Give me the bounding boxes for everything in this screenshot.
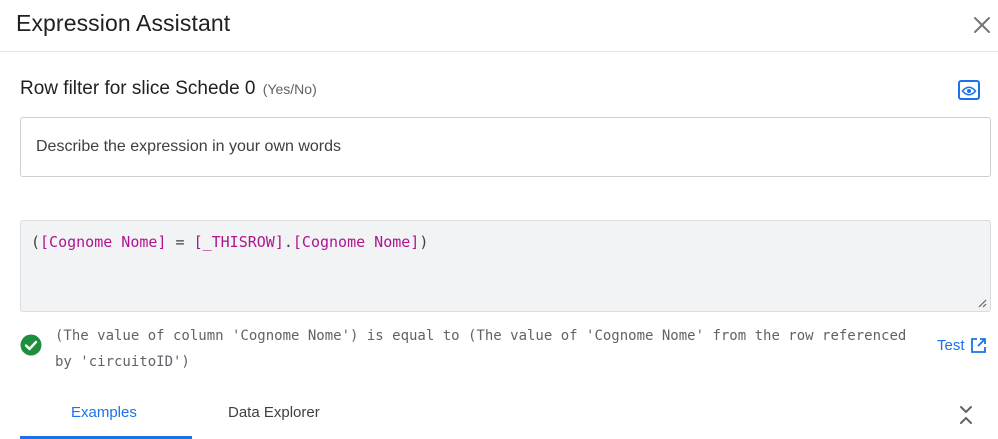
dialog-header: Expression Assistant: [0, 0, 998, 52]
tab-data-explorer[interactable]: Data Explorer: [228, 404, 320, 421]
expr-token: (: [31, 233, 41, 251]
collapse-chevrons-icon: [960, 406, 972, 424]
expr-token: =: [166, 233, 194, 251]
expr-token-column: [_THISROW]: [193, 233, 284, 251]
collapse-button[interactable]: [957, 404, 975, 426]
field-label-text: Row filter for slice Schede 0: [20, 78, 256, 99]
dialog-title: Expression Assistant: [16, 10, 231, 36]
expr-token-column: [Cognome Nome]: [292, 233, 420, 251]
check-circle-icon: [20, 334, 42, 356]
field-label: Row filter for slice Schede 0 (Yes/No): [20, 78, 317, 100]
expression-explanation: (The value of column 'Cognome Nome') is …: [55, 328, 907, 370]
close-icon: [974, 17, 990, 33]
tab-examples[interactable]: Examples: [71, 404, 137, 421]
eye-preview-icon: [958, 80, 980, 100]
expr-token: .: [283, 233, 293, 251]
open-in-new-icon[interactable]: [970, 337, 987, 354]
expr-token-column: [Cognome Nome]: [40, 233, 167, 251]
expression-editor[interactable]: ([Cognome Nome] = [_THISROW].[Cognome No…: [20, 220, 991, 312]
field-type: (Yes/No): [262, 81, 317, 97]
expr-token: ): [419, 233, 429, 251]
preview-button[interactable]: [958, 80, 980, 100]
resize-grip-icon[interactable]: [977, 298, 987, 308]
describe-expression-input[interactable]: [20, 117, 991, 177]
close-button[interactable]: [970, 13, 994, 37]
expression-assistant-dialog: Expression Assistant Row filter for slic…: [0, 0, 998, 439]
test-button[interactable]: Test: [937, 337, 965, 354]
